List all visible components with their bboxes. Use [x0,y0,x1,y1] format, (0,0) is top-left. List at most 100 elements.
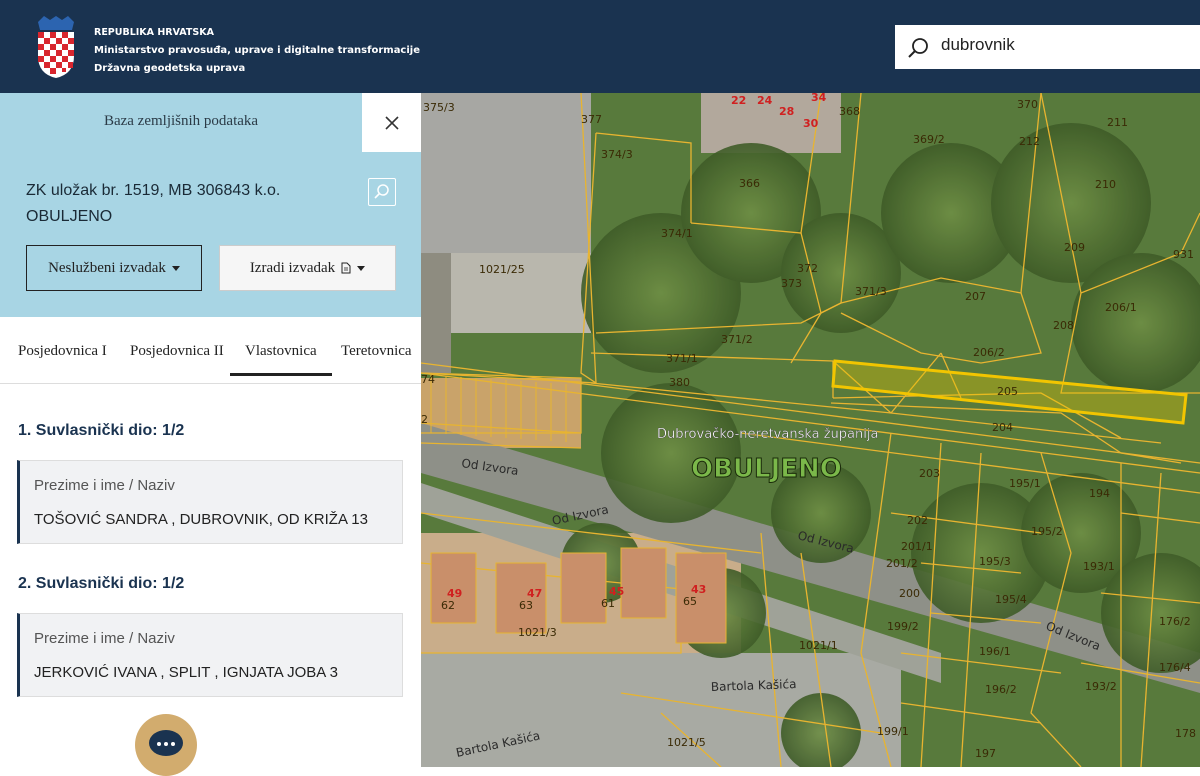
record-info: ZK uložak br. 1519, MB 306843 k.o. OBULJ… [0,152,421,317]
parcel-label: 195/1 [1009,477,1041,490]
parcel-label: 201/2 [886,557,918,570]
parcel-label: 370 [1017,98,1038,111]
organization-name[interactable]: REPUBLIKA HRVATSKA Ministarstvo pravosuđ… [94,24,420,78]
org-line-1: REPUBLIKA HRVATSKA [94,27,214,38]
parcel-label: 366 [739,177,760,190]
parcel-label: 208 [1053,319,1074,332]
county-label: Dubrovačko-neretvanska županija [657,427,878,442]
parcel-label: 369/2 [913,133,945,146]
close-button[interactable] [362,93,421,152]
parcel-label: 205 [997,385,1018,398]
house-minor-label: 62 [441,599,455,612]
parcel-label: 201/1 [901,540,933,553]
database-header: Baza zemljišnih podataka [0,93,362,152]
tab-vlastovnica[interactable]: Vlastovnica [230,343,332,376]
chat-dot [164,742,168,746]
parcel-label: 204 [992,421,1013,434]
parcel-label: 202 [907,514,928,527]
org-line-3: Državna geodetska uprava [94,63,246,74]
parcel-label: 375/3 [423,101,455,114]
house-minor-label: 61 [601,597,615,610]
owner-label: Prezime i ime / Naziv [34,477,175,494]
parcel-label: 193/2 [1085,680,1117,693]
tab-posjedovnica-1[interactable]: Posjedovnica I [18,343,107,360]
owner-value: TOŠOVIĆ SANDRA , DUBROVNIK, OD KRIŽA 13 [34,511,368,528]
share-title-2: 2. Suvlasnički dio: 1/2 [18,575,185,592]
chat-dot [157,742,161,746]
create-extract-label: Izradi izvadak [249,259,336,276]
owner-card-2: Prezime i ime / Naziv JERKOVIĆ IVANA , S… [17,613,403,697]
parcel-label: 931 [1173,248,1194,261]
tab-bar: Posjedovnica I Posjedovnica II Vlastovni… [0,317,421,384]
parcel-label: 368 [839,105,860,118]
parcel-label: 206/2 [973,346,1005,359]
house-label: 24 [757,94,773,107]
parcel-label: 196/1 [979,645,1011,658]
unofficial-extract-button[interactable]: Neslužbeni izvadak [26,245,202,291]
tab-posjedovnica-2[interactable]: Posjedovnica II [130,343,224,360]
parcel-label: 193/1 [1083,560,1115,573]
house-label: 22 [731,94,746,107]
parcel-label: 209 [1064,241,1085,254]
parcel-label: 195/4 [995,593,1027,606]
caret-down-icon [357,265,366,271]
cadastral-municipality-label: OBULJENO [691,454,842,484]
parcel-label: 374/3 [601,148,633,161]
zoom-to-parcel-button[interactable] [368,178,396,206]
house-minor-label: 63 [519,599,533,612]
parcel-label: 195/3 [979,555,1011,568]
record-title-line2: OBULJENO [26,208,113,225]
search-input[interactable]: dubrovnik [941,35,1015,55]
parcel-label: 2 [421,413,428,426]
parcel-label: 176/4 [1159,661,1191,674]
close-icon[interactable] [384,115,399,130]
parcel-label: 211 [1107,116,1128,129]
create-extract-button[interactable]: Izradi izvadak [219,245,396,291]
parcel-label: 373 [781,277,802,290]
parcel-label: 194 [1089,487,1110,500]
map-canvas[interactable]: 375/3 377 374/3 368 366 369/2 370 212 21… [421,93,1200,767]
parcel-label: 200 [899,587,920,600]
parcel-label: 1021/25 [479,263,525,276]
parcel-label: 212 [1019,135,1040,148]
parcel-label: 371/2 [721,333,753,346]
parcel-label: 1021/3 [518,626,557,639]
parcel-label: 1021/1 [799,639,838,652]
cadastral-map[interactable]: 375/3 377 374/3 368 366 369/2 370 212 21… [421,93,1200,767]
caret-down-icon [171,265,180,271]
unofficial-extract-label: Neslužbeni izvadak [48,259,166,276]
parcel-label: 377 [581,113,602,126]
record-title-line1: ZK uložak br. 1519, MB 306843 k.o. [26,182,281,199]
database-label: Baza zemljišnih podataka [103,113,259,129]
parcel-label: 178 [1175,727,1196,740]
house-minor-label: 65 [683,595,697,608]
owner-label: Prezime i ime / Naziv [34,630,175,647]
croatian-coat-of-arms-icon [38,16,74,78]
tab-teretovnica[interactable]: Teretovnica [341,343,412,360]
magnifier-icon [374,184,389,199]
parcel-label: 207 [965,290,986,303]
document-icon [341,262,351,274]
parcel-label: 206/1 [1105,301,1137,314]
parcel-label: 372 [797,262,818,275]
parcel-label: 1021/5 [667,736,706,749]
parcel-label: 199/2 [887,620,919,633]
share-title-1: 1. Suvlasnički dio: 1/2 [18,422,185,439]
parcel-label: 176/2 [1159,615,1191,628]
parcel-label: 203 [919,467,940,480]
record-title: ZK uložak br. 1519, MB 306843 k.o. OBULJ… [26,178,356,230]
parcel-label: 74 [421,373,435,386]
house-label: 30 [803,117,819,130]
owner-value: JERKOVIĆ IVANA , SPLIT , IGNJATA JOBA 3 [34,664,338,681]
house-label: 28 [779,105,794,118]
parcel-label: 199/1 [877,725,909,738]
org-line-2: Ministarstvo pravosuđa, uprave i digital… [94,45,421,56]
parcel-label: 210 [1095,178,1116,191]
parcel-label: 371/1 [666,352,698,365]
info-panel: Baza zemljišnih podataka ZK uložak br. 1… [0,93,421,776]
parcel-label: 374/1 [661,227,693,240]
search-icon[interactable] [907,37,929,59]
search-box[interactable]: dubrovnik [895,25,1200,69]
owner-card-1: Prezime i ime / Naziv TOŠOVIĆ SANDRA , D… [17,460,403,544]
parcel-label: 195/2 [1031,525,1063,538]
